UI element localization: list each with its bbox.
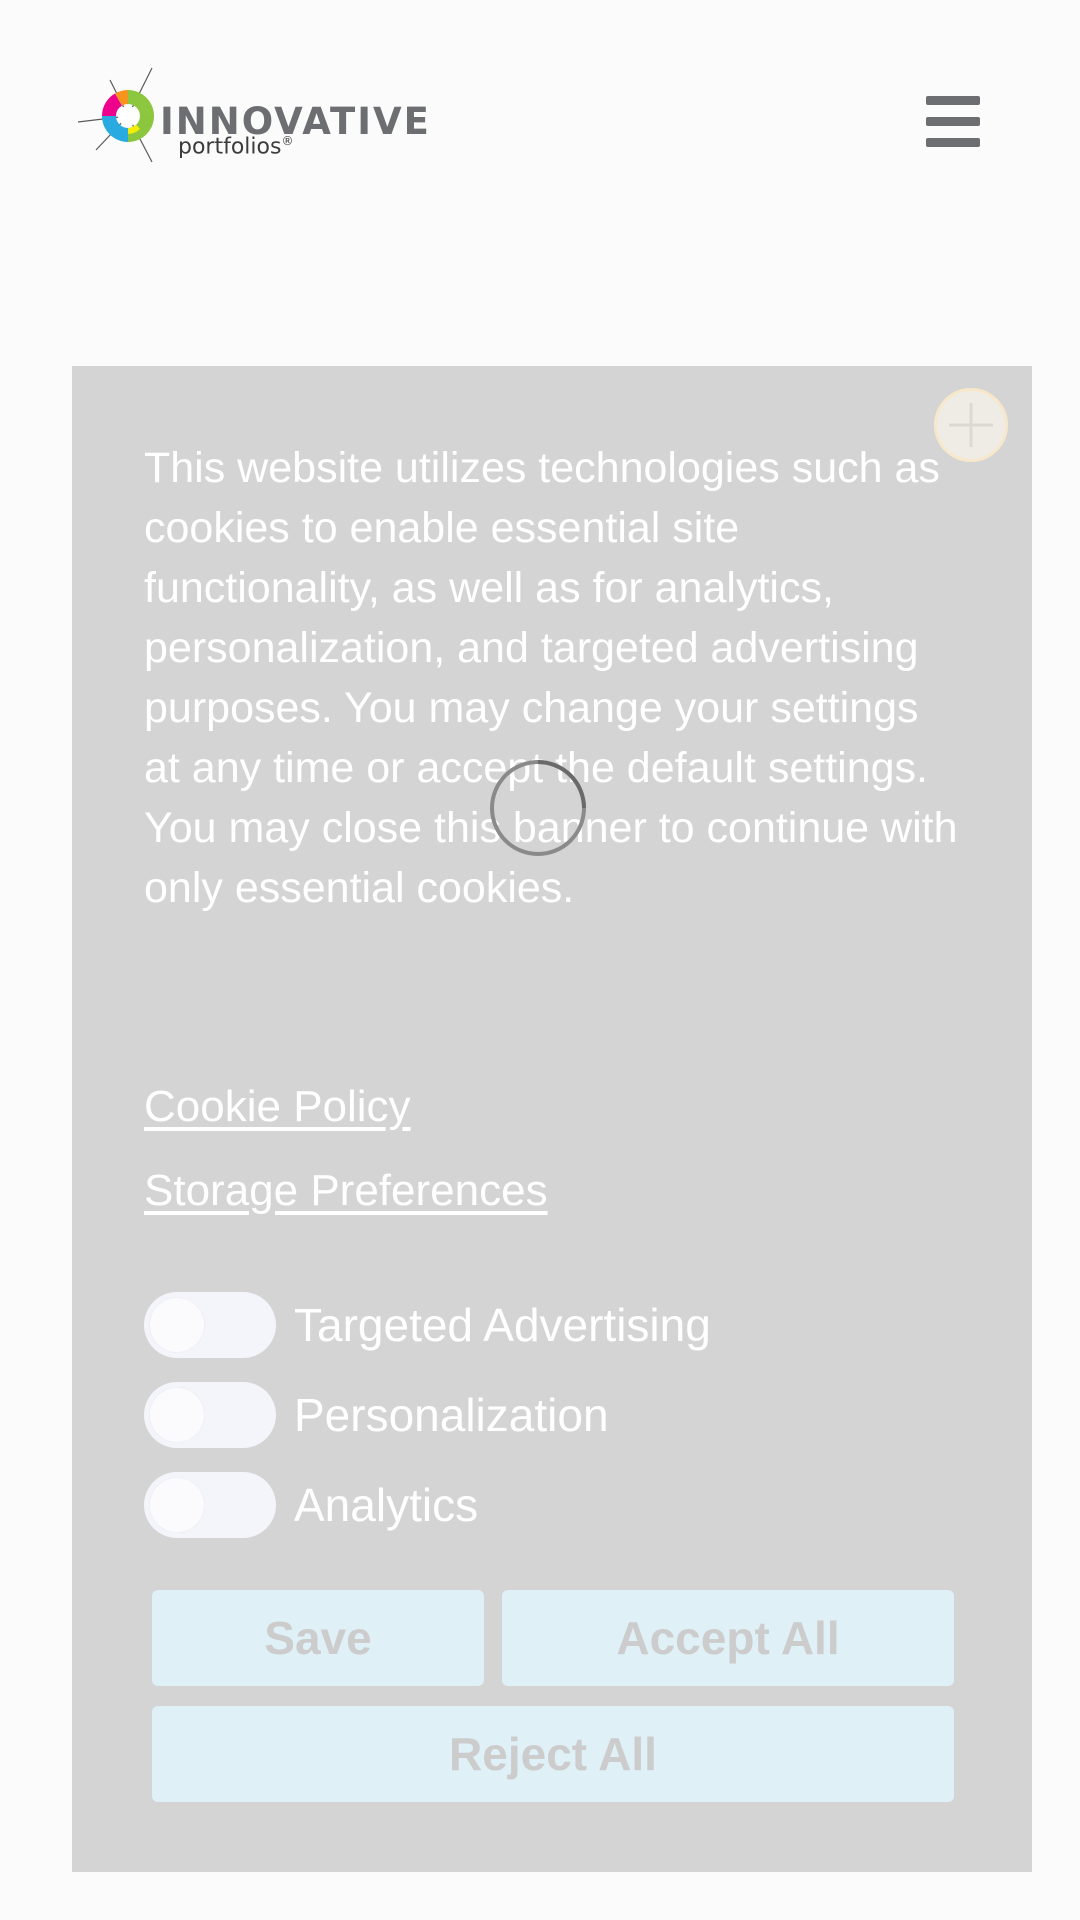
personalization-toggle[interactable] xyxy=(144,1382,276,1448)
cookie-policy-link[interactable]: Cookie Policy xyxy=(144,1082,411,1132)
menu-bar-bottom xyxy=(926,138,980,147)
hamburger-menu-icon[interactable] xyxy=(926,96,982,148)
toggle-knob xyxy=(150,1298,204,1352)
toggle-knob xyxy=(150,1388,204,1442)
menu-bar-top xyxy=(926,96,980,105)
toggle-knob xyxy=(150,1478,204,1532)
logo-tagline-text: portfolios xyxy=(178,134,282,160)
spinner-icon xyxy=(490,760,586,856)
site-header: INNOVATIVE portfolios® xyxy=(0,0,1080,240)
page: INNOVATIVE portfolios® This website util… xyxy=(0,0,1080,1920)
logo-tagline: portfolios® xyxy=(178,134,293,159)
toggle-row-personalization: Personalization xyxy=(144,1382,944,1448)
save-button[interactable]: Save xyxy=(152,1590,484,1686)
innovative-portfolios-logo[interactable]: INNOVATIVE portfolios® xyxy=(78,66,429,166)
toggle-label: Personalization xyxy=(294,1389,609,1441)
accept-all-button[interactable]: Accept All xyxy=(502,1590,954,1686)
cookie-consent-banner: This website utilizes technologies such … xyxy=(72,366,1032,1872)
storage-preferences-link[interactable]: Storage Preferences xyxy=(144,1166,548,1216)
targeted-advertising-toggle[interactable] xyxy=(144,1292,276,1358)
reject-all-button[interactable]: Reject All xyxy=(152,1706,954,1802)
toggle-label: Targeted Advertising xyxy=(294,1299,711,1351)
analytics-toggle[interactable] xyxy=(144,1472,276,1538)
toggle-label: Analytics xyxy=(294,1479,479,1531)
menu-bar-middle xyxy=(926,117,980,126)
registered-mark: ® xyxy=(281,134,294,148)
toggle-row-targeted-advertising: Targeted Advertising xyxy=(144,1292,944,1358)
toggle-row-analytics: Analytics xyxy=(144,1472,944,1538)
